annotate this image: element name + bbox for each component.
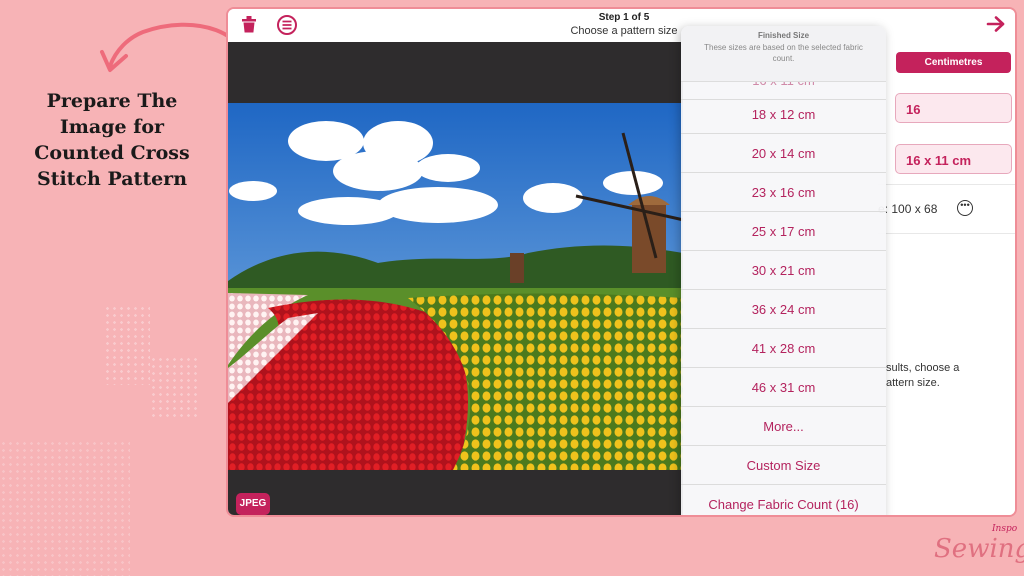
dropdown-subtitle: These sizes are based on the selected fa… <box>704 43 863 63</box>
source-photo[interactable] <box>228 103 683 470</box>
decorative-dots <box>150 356 198 418</box>
arrow-right-icon[interactable] <box>986 15 1006 38</box>
headline-line: Image for <box>59 116 165 138</box>
size-option[interactable]: 30 x 21 cm <box>681 252 886 290</box>
size-option[interactable]: 36 x 24 cm <box>681 291 886 329</box>
fabric-count-field[interactable]: 16 <box>895 93 1012 123</box>
size-option[interactable]: 18 x 12 cm <box>681 96 886 134</box>
dropdown-header: Finished Size These sizes are based on t… <box>681 26 886 82</box>
headline-line: Counted Cross <box>34 142 190 164</box>
logo-small-text: Inspo <box>992 524 1018 534</box>
headline: Prepare The Image for Counted Cross Stit… <box>18 88 206 192</box>
headline-line: Stitch Pattern <box>36 168 188 190</box>
size-option[interactable]: 20 x 14 cm <box>681 135 886 173</box>
headline-line: Prepare The <box>46 90 178 112</box>
size-dropdown: 16 x 11 cm Finished Size These sizes are… <box>681 26 886 515</box>
trash-icon[interactable] <box>240 14 258 39</box>
size-option[interactable]: 25 x 17 cm <box>681 213 886 251</box>
decorative-dots <box>104 305 150 385</box>
stitch-count-label: e: 100 x 68 <box>878 202 938 216</box>
unit-centimetres-button[interactable]: Centimetres <box>896 52 1011 73</box>
logo-main-text: Sewing <box>934 534 1024 564</box>
divider <box>878 233 1015 234</box>
decorative-dots <box>0 440 130 576</box>
dropdown-title: Finished Size <box>757 31 810 40</box>
size-option[interactable]: 41 x 28 cm <box>681 330 886 368</box>
change-fabric-count-option[interactable]: Change Fabric Count (16) <box>681 486 886 515</box>
size-option[interactable]: 46 x 31 cm <box>681 369 886 407</box>
menu-icon[interactable] <box>276 14 298 41</box>
app-window: Step 1 of 5 Choose a pattern size JPEG C… <box>226 7 1017 517</box>
hint-text: attern size. <box>886 377 940 389</box>
toolbar: Step 1 of 5 Choose a pattern size <box>228 9 1015 42</box>
divider <box>878 184 1015 185</box>
jpeg-badge[interactable]: JPEG <box>236 493 270 515</box>
size-option[interactable]: 23 x 16 cm <box>681 174 886 212</box>
more-options-icon[interactable]: ••• <box>957 200 973 216</box>
more-sizes-option[interactable]: More... <box>681 408 886 446</box>
hint-text: sults, choose a <box>886 362 960 374</box>
pattern-size-field[interactable]: 16 x 11 cm <box>895 144 1012 174</box>
custom-size-option[interactable]: Custom Size <box>681 447 886 485</box>
